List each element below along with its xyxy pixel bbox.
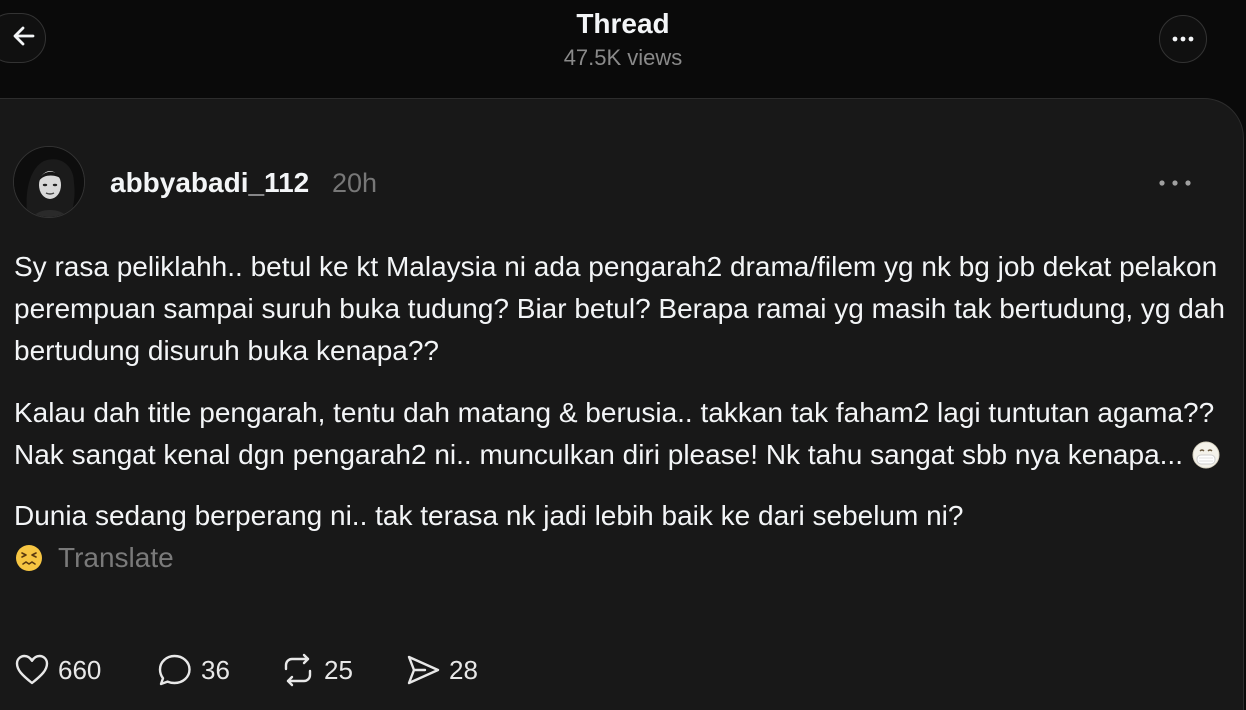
comment-icon [157,653,193,687]
avatar[interactable] [13,146,85,218]
post-paragraph: Dunia sedang berperang ni.. tak terasa n… [14,500,964,573]
like-button[interactable]: 660 [14,648,101,692]
post-body: Sy rasa peliklahh.. betul ke kt Malaysia… [14,246,1229,579]
repost-icon [280,652,316,688]
more-horizontal-icon [1171,30,1195,48]
reply-count: 36 [201,654,230,685]
repost-count: 25 [324,654,353,685]
reply-button[interactable]: 36 [157,648,230,692]
more-horizontal-icon [1157,174,1193,192]
repost-button[interactable]: 25 [280,648,353,692]
action-bar: 660 36 25 28 [14,648,574,692]
heart-icon [14,653,50,687]
face-with-medical-mask-emoji [1191,440,1221,470]
like-count: 660 [58,654,102,685]
post-paragraph: Sy rasa peliklahh.. betul ke kt Malaysia… [14,251,1225,366]
view-count: 47.5K views [563,45,683,70]
share-count: 28 [449,654,478,685]
post-timestamp: 20h [332,168,378,198]
post-more-button[interactable] [1153,170,1197,196]
post-paragraph: Kalau dah title pengarah, tentu dah mata… [14,392,1229,476]
confounded-face-emoji [14,543,44,573]
thread-page: Thread 47.5K views abbyabadi_112 20h Sy … [0,0,1246,710]
top-bar: Thread 47.5K views [0,0,1246,98]
page-title: Thread [576,8,670,39]
translate-link[interactable]: Translate [58,542,174,573]
send-icon [405,653,441,687]
post-username[interactable]: abbyabadi_112 [110,167,309,199]
thread-more-button[interactable] [1159,15,1207,63]
share-button[interactable]: 28 [405,648,478,692]
